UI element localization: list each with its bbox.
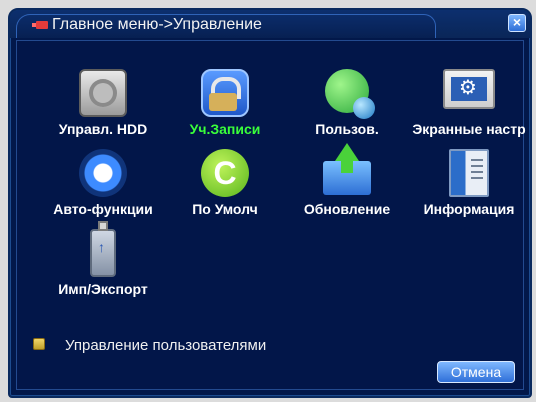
cancel-button[interactable]: Отмена — [437, 361, 515, 383]
user-management-icon — [33, 338, 45, 350]
main-menu-window: Главное меню->Управление × Управл. HDD У… — [8, 8, 532, 398]
menu-item-defaults[interactable]: По Умолч — [165, 145, 285, 233]
auto-functions-icon — [79, 149, 127, 197]
menu-item-label: Пользов. — [315, 121, 379, 137]
usb-import-export-icon — [90, 221, 116, 277]
title-bar: Главное меню->Управление × — [10, 10, 530, 38]
information-icon — [449, 149, 489, 197]
menu-item-information[interactable]: Информация — [409, 145, 529, 233]
hdd-icon — [79, 69, 127, 117]
menu-item-users[interactable]: Пользов. — [287, 65, 407, 153]
default-reset-icon — [201, 149, 249, 197]
close-icon: × — [512, 14, 522, 30]
menu-item-update[interactable]: Обновление — [287, 143, 407, 233]
update-icon — [323, 143, 371, 195]
menu-item-label: Уч.Записи — [189, 121, 261, 137]
menu-item-display[interactable]: Экранные настр — [409, 65, 529, 153]
window-title: Главное меню->Управление — [52, 16, 262, 33]
display-settings-icon — [443, 69, 495, 109]
menu-item-label: По Умолч — [192, 201, 258, 217]
users-icon — [325, 69, 375, 119]
menu-panel: Управл. HDD Уч.Записи Пользов. Экранные … — [16, 40, 526, 390]
menu-item-hdd[interactable]: Управл. HDD — [43, 65, 163, 153]
menu-icon — [32, 21, 48, 29]
close-button[interactable]: × — [508, 14, 526, 32]
menu-item-label: Имп/Экспорт — [58, 281, 148, 297]
menu-item-label: Экранные настр — [412, 121, 526, 137]
menu-item-label: Обновление — [303, 201, 391, 217]
menu-item-label: Информация — [423, 201, 515, 217]
menu-item-import-export[interactable]: Имп/Экспорт — [43, 221, 163, 313]
menu-item-auto[interactable]: Авто-функции — [43, 145, 163, 233]
status-text: Управление пользователями — [65, 337, 267, 354]
menu-item-accounts[interactable]: Уч.Записи — [165, 65, 285, 153]
account-lock-icon — [201, 69, 249, 117]
menu-item-label: Управл. HDD — [58, 121, 148, 137]
menu-item-label: Авто-функции — [53, 201, 153, 217]
